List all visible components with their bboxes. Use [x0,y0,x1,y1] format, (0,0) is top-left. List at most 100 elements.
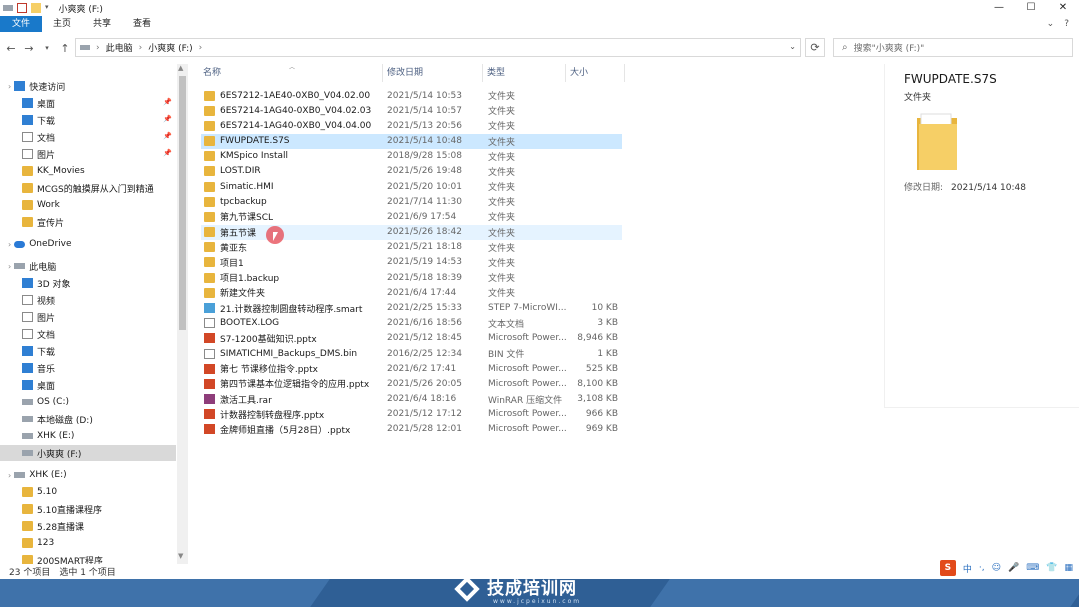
sidebar-item[interactable]: › 此电脑 [0,258,176,274]
sidebar-item[interactable]: OS (C:) [0,394,176,410]
chevron-right-icon[interactable]: › [199,43,203,53]
address-dropdown-icon[interactable]: ⌄ [789,42,796,51]
file-row[interactable]: S7-1200基础知识.pptx 2021/5/12 18:45 Microsoft… [201,331,622,346]
ime-voice-icon[interactable]: 🎤 [1008,563,1019,573]
file-row[interactable]: 激活工具.rar 2021/6/4 18:16 WinRAR 压缩文件 3,108 K… [201,392,622,407]
sidebar-item[interactable]: 小爽爽 (F:) [0,445,176,461]
sidebar-item[interactable]: 视频 [0,292,176,308]
sidebar-item[interactable]: KK_Movies [0,163,176,179]
expand-chevron-icon[interactable]: › [8,262,11,271]
minimize-button[interactable]: — [983,0,1015,16]
sidebar-item[interactable]: Work [0,197,176,213]
sidebar-item[interactable]: › 快速访问 [0,78,176,94]
folder-icon [204,211,215,222]
close-button[interactable]: ✕ [1047,0,1079,16]
maximize-button[interactable]: ☐ [1015,0,1047,16]
sidebar-item[interactable]: 下载 [0,343,176,359]
expand-chevron-icon[interactable]: › [8,82,11,91]
file-row[interactable]: tpcbackup 2021/7/14 11:30 文件夹 [201,194,622,209]
sidebar-item[interactable]: 5.28直播课 [0,518,176,534]
file-row[interactable]: 第九节课SCL 2021/6/9 17:54 文件夹 [201,209,622,224]
properties-icon[interactable] [17,3,27,13]
sidebar-item[interactable]: › OneDrive [0,236,176,252]
tab-share[interactable]: 共享 [82,16,122,32]
sidebar-item[interactable]: 5.10 [0,484,176,500]
sidebar-item[interactable]: 文档 [0,326,176,342]
details-pane-type: 文件夹 [904,93,932,103]
file-row[interactable]: 项目1 2021/5/19 14:53 文件夹 [201,255,622,270]
file-row[interactable]: 新建文件夹 2021/6/4 17:44 文件夹 [201,285,622,300]
sidebar-item[interactable]: XHK (E:) [0,428,176,444]
sidebar-item[interactable]: 下载 📌 [0,112,176,128]
sidebar-item[interactable]: 桌面 📌 [0,95,176,111]
sidebar-item[interactable]: 宣传片 [0,214,176,230]
scroll-down-icon[interactable]: ▼ [178,552,183,560]
address-bar[interactable]: › 此电脑 › 小爽爽 (F:) › ⌄ [75,38,801,57]
file-row[interactable]: 第四节课基本位逻辑指令的应用.pptx 2021/5/26 20:05 Micros… [201,376,622,391]
column-header-size[interactable]: 大小 [566,64,625,82]
file-row[interactable]: 6ES7212-1AE40-0XB0_V04.02.00 2021/5/14 10… [201,88,622,103]
file-row[interactable]: 6ES7214-1AG40-0XB0_V04.04.00 2021/5/13 20… [201,118,622,133]
file-row[interactable]: KMSpico Install 2018/9/28 15:08 文件夹 [201,149,622,164]
up-icon[interactable]: ↑ [58,42,72,55]
ime-keyboard-icon[interactable]: ⌨ [1026,563,1039,573]
file-row[interactable]: LOST.DIR 2021/5/26 19:48 文件夹 [201,164,622,179]
chevron-right-icon[interactable]: › [96,43,100,53]
file-row[interactable]: 6ES7214-1AG40-0XB0_V04.02.03 2021/5/14 10… [201,103,622,118]
sidebar-item[interactable]: 文档 📌 [0,129,176,145]
refresh-button[interactable]: ⟳ [805,38,825,57]
sidebar-item[interactable]: 桌面 [0,377,176,393]
sidebar-item[interactable]: 5.10直播课程序 [0,501,176,517]
customize-toolbar-icon[interactable]: ▾ [45,3,49,13]
file-row[interactable]: 第五节课 2021/5/26 18:42 文件夹 [201,224,622,240]
expand-chevron-icon[interactable]: › [8,240,11,249]
file-row[interactable]: FWUPDATE.S7S 2021/5/14 10:48 文件夹 [201,133,622,149]
search-input[interactable]: ⌕ 搜索"小爽爽 (F:)" [833,38,1073,57]
file-date: 2021/5/12 18:45 [387,333,462,344]
new-folder-icon[interactable] [31,3,41,13]
ime-punctuation-icon[interactable]: ·, [979,563,985,573]
ime-mode-chinese[interactable]: 中 [963,562,972,575]
chevron-right-icon[interactable]: › [139,43,143,53]
sogou-ime-logo[interactable]: S [939,560,956,576]
file-row[interactable]: 黄亚东 2021/5/21 18:18 文件夹 [201,240,622,255]
sidebar-item[interactable]: 123 [0,535,176,551]
expand-chevron-icon[interactable]: › [8,471,11,480]
navigation-pane-scroll-thumb[interactable] [179,76,186,330]
sidebar-item[interactable]: 图片 [0,309,176,325]
file-row[interactable]: SIMATICHMI_Backups_DMS.bin 2016/2/25 12:3… [201,346,622,361]
sidebar-item[interactable]: 3D 对象 [0,275,176,291]
column-header-date[interactable]: 修改日期 [383,64,483,82]
navigation-bar: ← → ▾ ↑ › 此电脑 › 小爽爽 (F:) › ⌄ ⟳ ⌕ 搜索"小爽爽 … [0,36,1079,60]
ime-skin-icon[interactable]: 👕 [1046,563,1057,573]
forward-icon[interactable]: → [22,42,36,55]
file-row[interactable]: 第七 节课移位指令.pptx 2021/6/2 17:41 Microsoft Po… [201,361,622,376]
tab-view[interactable]: 查看 [122,16,162,32]
tab-home[interactable]: 主页 [42,16,82,32]
file-row[interactable]: Simatic.HMI 2021/5/20 10:01 文件夹 [201,179,622,194]
scroll-up-icon[interactable]: ▲ [178,64,183,72]
column-header-type[interactable]: 类型 [483,64,566,82]
ime-toolbox-icon[interactable]: ▦ [1064,563,1073,573]
sidebar-item[interactable]: MCGS的触摸屏从入门到精通 [0,180,176,196]
sidebar-item[interactable]: 本地磁盘 (D:) [0,411,176,427]
sidebar-item[interactable]: › XHK (E:) [0,467,176,483]
help-icon[interactable]: ? [1064,16,1069,32]
sidebar-item-label: 本地磁盘 (D:) [37,415,93,426]
desktop-icon [22,380,33,390]
breadcrumb-this-pc[interactable]: 此电脑 [106,41,133,54]
breadcrumb-drive-f[interactable]: 小爽爽 (F:) [148,41,192,54]
expand-ribbon-icon[interactable]: ⌄ [1047,16,1055,32]
sidebar-item[interactable]: 200SMART程序 [0,552,176,564]
file-row[interactable]: 21.计数器控制圆盘转动程序.smart 2021/2/25 15:33 STEP … [201,301,622,316]
ime-emoji-icon[interactable]: ☺ [992,563,1001,573]
file-row[interactable]: 项目1.backup 2021/5/18 18:39 文件夹 [201,270,622,285]
file-row[interactable]: 计数器控制转盘程序.pptx 2021/5/12 17:12 Microsoft P… [201,407,622,422]
back-icon[interactable]: ← [4,42,18,55]
file-row[interactable]: BOOTEX.LOG 2021/6/16 18:56 文本文档 3 KB [201,316,622,331]
recent-locations-icon[interactable]: ▾ [40,44,54,52]
sidebar-item[interactable]: 图片 📌 [0,146,176,162]
tab-file[interactable]: 文件 [0,16,43,32]
sidebar-item[interactable]: 音乐 [0,360,176,376]
file-row[interactable]: 金牌师姐直播（5月28日）.pptx 2021/5/28 12:01 Microso… [201,422,622,437]
